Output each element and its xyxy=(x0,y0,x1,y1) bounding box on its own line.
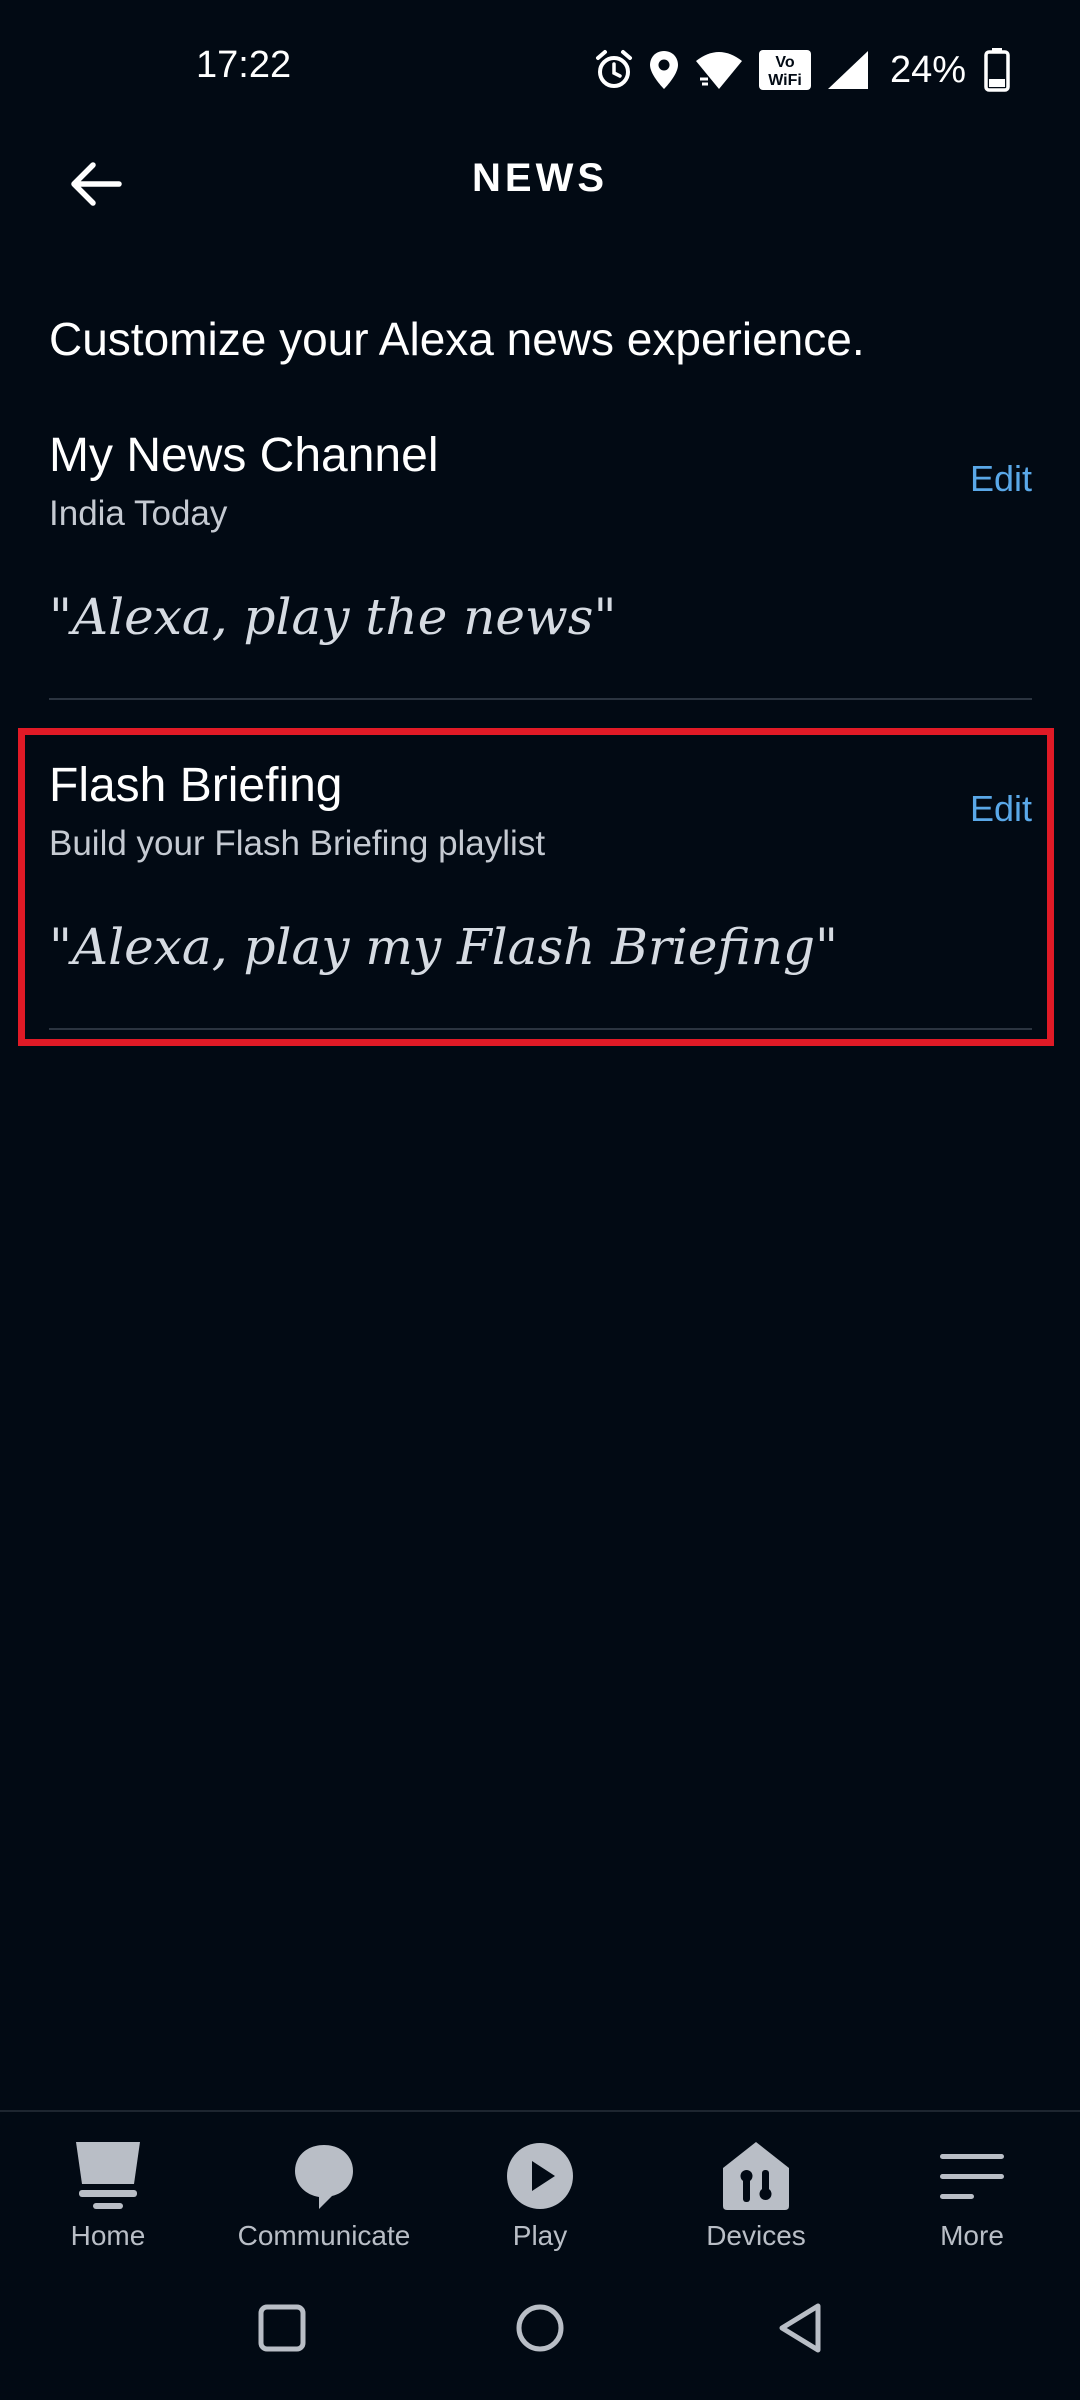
status-bar: 17:22 Vo WiFi 24% xyxy=(0,0,1080,130)
bottom-nav-bar: Home Communicate Play Devices More xyxy=(0,2110,1080,2272)
back-system-button[interactable] xyxy=(750,2290,850,2370)
wifi-icon xyxy=(694,49,744,91)
status-icons: Vo WiFi 24% xyxy=(594,44,1010,96)
status-time: 17:22 xyxy=(196,44,292,86)
recents-icon xyxy=(257,2303,307,2358)
vowifi-top-text: Vo xyxy=(775,54,794,71)
home-icon xyxy=(0,2136,216,2216)
battery-icon xyxy=(984,48,1010,92)
section-title: My News Channel xyxy=(49,429,439,482)
alarm-icon xyxy=(594,49,634,91)
nav-item-more[interactable]: More xyxy=(864,2112,1080,2272)
back-triangle-icon xyxy=(774,2301,826,2360)
intro-text: Customize your Alexa news experience. xyxy=(49,313,865,365)
vowifi-bottom-text: WiFi xyxy=(768,72,802,89)
play-icon xyxy=(432,2136,648,2216)
nav-label: Communicate xyxy=(237,2220,411,2251)
nav-label: Play xyxy=(512,2220,568,2251)
nav-item-home[interactable]: Home xyxy=(0,2112,216,2272)
nav-item-devices[interactable]: Devices xyxy=(648,2112,864,2272)
page-title: NEWS xyxy=(472,156,608,200)
my-news-channel-section: My News Channel India Today Edit "Alexa,… xyxy=(49,428,1032,702)
divider xyxy=(49,698,1032,700)
section-subtitle: India Today xyxy=(49,494,228,533)
news-screen: 17:22 Vo WiFi 24% NEWS Customize your Al… xyxy=(0,0,1080,2400)
vowifi-icon: Vo WiFi xyxy=(758,49,812,91)
battery-percent: 24% xyxy=(889,48,966,91)
nav-item-play[interactable]: Play xyxy=(432,2112,648,2272)
chat-bubble-icon xyxy=(216,2136,432,2216)
home-circle-icon xyxy=(514,2302,566,2359)
home-system-button[interactable] xyxy=(490,2290,590,2370)
highlight-box xyxy=(18,728,1054,1046)
nav-label: More xyxy=(940,2220,1004,2251)
header: NEWS xyxy=(0,130,1080,230)
devices-icon xyxy=(648,2136,864,2216)
nav-item-communicate[interactable]: Communicate xyxy=(216,2112,432,2272)
nav-label: Home xyxy=(70,2220,146,2251)
system-nav-bar xyxy=(0,2270,1080,2400)
my-news-channel-edit-button[interactable]: Edit xyxy=(970,458,1032,500)
signal-icon xyxy=(826,49,870,91)
location-icon xyxy=(648,49,680,91)
nav-label: Devices xyxy=(706,2220,806,2251)
menu-icon xyxy=(864,2136,1080,2216)
voice-utterance: "Alexa, play the news" xyxy=(49,588,617,646)
recents-button[interactable] xyxy=(232,2290,332,2370)
